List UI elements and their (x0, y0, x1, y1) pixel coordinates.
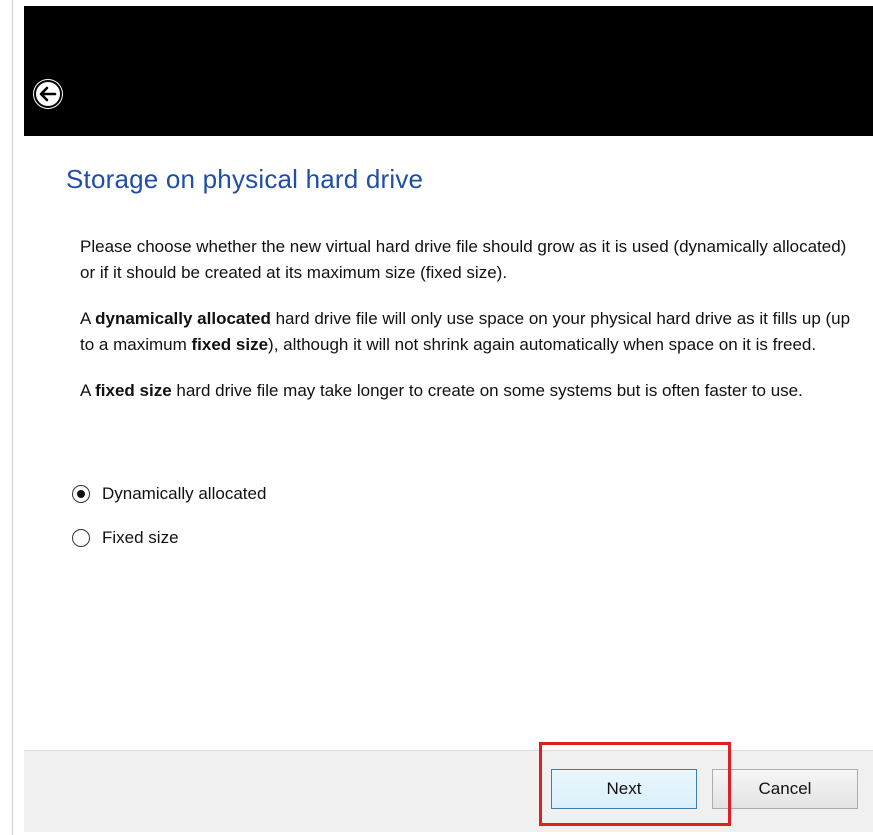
radio-button-selected[interactable] (72, 485, 90, 503)
back-button[interactable] (33, 79, 63, 109)
radio-label: Fixed size (102, 528, 179, 547)
cancel-button[interactable]: Cancel (712, 769, 858, 809)
description-paragraph-1: Please choose whether the new virtual ha… (80, 237, 847, 282)
window-border (12, 0, 13, 835)
bold-term: dynamically allocated (95, 309, 271, 328)
dialog-header-bar (24, 6, 873, 136)
page-title: Storage on physical hard drive (66, 164, 424, 194)
background-window-edge (0, 0, 12, 835)
description: Please choose whether the new virtual ha… (80, 234, 860, 424)
radio-button[interactable] (72, 529, 90, 547)
description-paragraph-3: A fixed size hard drive file may take lo… (80, 381, 803, 400)
bold-term: fixed size (95, 381, 172, 400)
bold-term: fixed size (191, 335, 269, 354)
radio-label: Dynamically allocated (102, 484, 267, 503)
dialog-footer: Next Cancel (24, 750, 873, 832)
next-button[interactable]: Next (551, 769, 697, 809)
back-arrow-icon (34, 80, 62, 108)
wizard-dialog: Storage on physical hard drive Please ch… (24, 6, 873, 832)
radio-option-dynamically-allocated[interactable]: Dynamically allocated (72, 484, 266, 504)
radio-option-fixed-size[interactable]: Fixed size (72, 528, 179, 548)
description-paragraph-2: A dynamically allocated hard drive file … (80, 309, 851, 354)
page: Storage on physical hard drive Please ch… (0, 0, 873, 835)
